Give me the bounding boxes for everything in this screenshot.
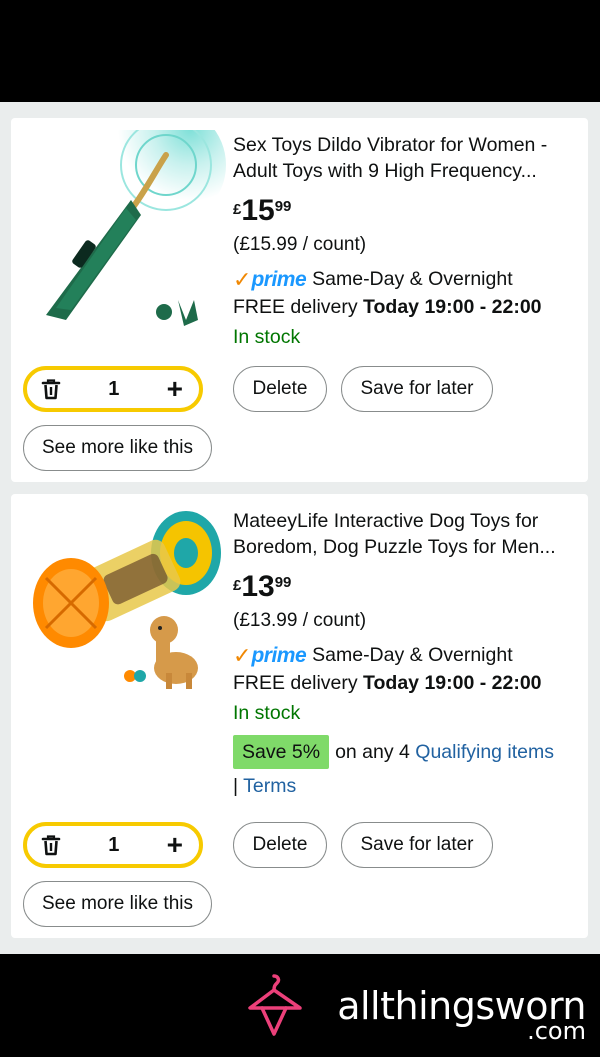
prime-check-icon: ✓	[233, 642, 252, 668]
delivery-info: FREE delivery Today 19:00 - 22:00	[233, 296, 583, 319]
prime-logo: ✓ prime	[233, 642, 307, 668]
prime-text: Same-Day & Overnight	[312, 644, 513, 666]
quantity-stepper[interactable]: 1 +	[23, 822, 203, 868]
save-badge: Save 5%	[233, 735, 330, 769]
price: £ 13 99	[233, 572, 583, 602]
price-fraction: 99	[274, 574, 292, 591]
promotion: Save 5% on any 4 Qualifying items | Terms	[233, 735, 583, 803]
quantity-value: 1	[108, 377, 120, 400]
product-image[interactable]	[26, 105, 226, 330]
delete-button[interactable]: Delete	[233, 366, 327, 412]
trash-icon[interactable]	[41, 378, 61, 400]
save-for-later-button[interactable]: Save for later	[341, 822, 493, 868]
prime-word: prime	[251, 267, 307, 291]
quantity-stepper[interactable]: 1 +	[23, 366, 203, 412]
prime-logo: ✓ prime	[233, 266, 307, 292]
delete-button[interactable]: Delete	[233, 822, 327, 868]
price-fraction: 99	[274, 198, 292, 215]
prime-text: Same-Day & Overnight	[312, 268, 513, 290]
promo-text: on any 4	[335, 741, 416, 763]
terms-separator: |	[233, 775, 244, 797]
see-more-like-this-button[interactable]: See more like this	[23, 881, 212, 927]
unit-price: (£13.99 / count)	[233, 610, 367, 631]
delivery-time: Today 19:00 - 22:00	[363, 296, 542, 318]
delivery-time: Today 19:00 - 22:00	[363, 672, 542, 694]
prime-row: ✓ prime Same-Day & Overnight	[233, 644, 583, 667]
top-black-band	[0, 0, 600, 102]
unit-price: (£15.99 / count)	[233, 234, 367, 255]
product-title[interactable]: Sex Toys Dildo Vibrator for Women - Adul…	[233, 132, 583, 184]
quantity-value: 1	[108, 833, 120, 856]
plus-icon[interactable]: +	[167, 375, 183, 403]
see-more-like-this-button[interactable]: See more like this	[23, 425, 212, 471]
stock-status: In stock	[233, 702, 301, 724]
terms-link[interactable]: Terms	[243, 775, 296, 797]
price: £ 15 99	[233, 196, 583, 226]
trash-icon[interactable]	[41, 834, 61, 856]
delivery-prefix: FREE delivery	[233, 296, 364, 318]
price-whole: 15	[241, 194, 275, 227]
prime-check-icon: ✓	[233, 266, 252, 292]
brand-tld: .com	[527, 1017, 586, 1045]
cart-item: MateeyLife Interactive Dog Toys for Bore…	[11, 494, 588, 938]
delivery-info: FREE delivery Today 19:00 - 22:00	[233, 672, 583, 695]
cart-item: Sex Toys Dildo Vibrator for Women - Adul…	[11, 105, 588, 482]
product-image[interactable]	[26, 508, 226, 708]
qualifying-items-link[interactable]: Qualifying items	[415, 741, 554, 763]
price-whole: 13	[241, 570, 275, 603]
prime-word: prime	[251, 643, 307, 667]
save-for-later-button[interactable]: Save for later	[341, 366, 493, 412]
delivery-prefix: FREE delivery	[233, 672, 364, 694]
price-currency: £	[233, 577, 242, 594]
plus-icon[interactable]: +	[167, 831, 183, 859]
price-currency: £	[233, 201, 242, 218]
stock-status: In stock	[233, 326, 301, 348]
cart-list: Sex Toys Dildo Vibrator for Women - Adul…	[0, 102, 600, 954]
prime-row: ✓ prime Same-Day & Overnight	[233, 268, 583, 291]
product-title[interactable]: MateeyLife Interactive Dog Toys for Bore…	[233, 508, 583, 560]
